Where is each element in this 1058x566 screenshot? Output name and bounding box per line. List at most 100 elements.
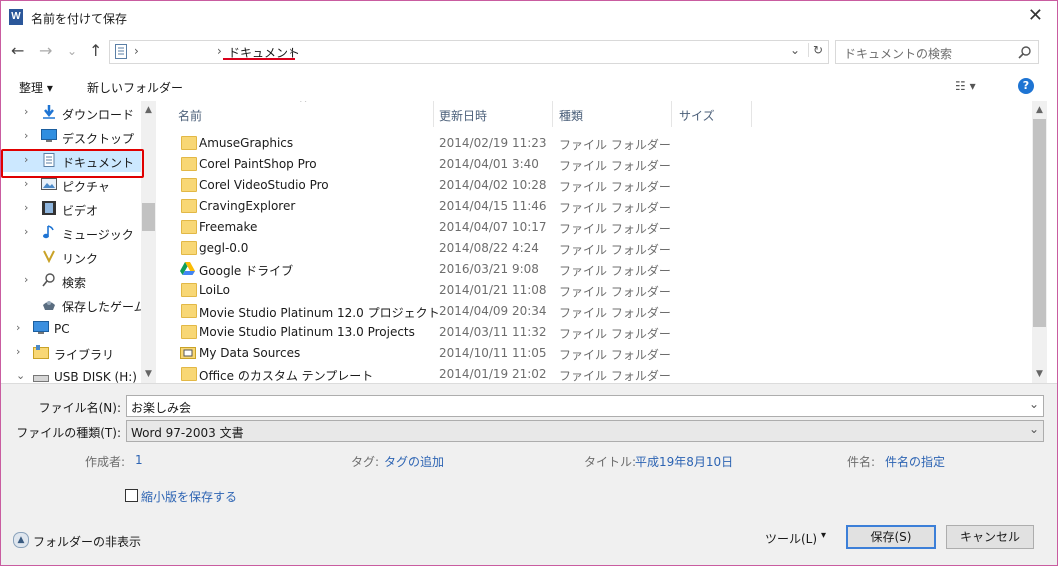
title-field[interactable]: 平成19年8月10日 [635, 453, 733, 470]
file-date: 2014/04/02 10:28 [439, 178, 547, 192]
file-type: ファイル フォルダー [559, 369, 671, 383]
nav-item-library[interactable]: › ライブラリ [1, 342, 141, 364]
subject-field[interactable]: 件名の指定 [885, 453, 945, 470]
refresh-button[interactable]: ↻ [808, 43, 823, 57]
folder-icon [181, 220, 197, 234]
view-options-button[interactable]: ☷ ▾ [955, 79, 976, 93]
file-row[interactable]: LoiLo 2014/01/21 11:08 ファイル フォルダー [171, 280, 871, 301]
nav-scrollbar[interactable]: ▲ ▼ [141, 101, 156, 383]
close-button[interactable]: ✕ [1028, 7, 1043, 25]
column-separator[interactable] [552, 101, 553, 127]
file-row[interactable]: Corel VideoStudio Pro 2014/04/02 10:28 ファイ… [171, 175, 871, 196]
nav-item-label: USB DISK (H:) [54, 370, 137, 383]
folder-icon [181, 157, 197, 171]
filename-input[interactable]: お楽しみ会 ⌄ [126, 395, 1044, 417]
file-date: 2014/01/21 11:08 [439, 283, 547, 297]
nav-item-videos[interactable]: › ビデオ [1, 198, 141, 220]
search-icon[interactable] [1018, 45, 1032, 59]
column-separator[interactable] [433, 101, 434, 127]
chevron-right-icon[interactable]: › [24, 201, 28, 214]
scroll-thumb[interactable] [1033, 119, 1046, 327]
file-row[interactable]: My Data Sources 2014/10/11 11:05 ファイル フォルダ… [171, 343, 871, 364]
filename-value[interactable]: お楽しみ会 [131, 399, 191, 416]
nav-item-links[interactable]: リンク [1, 246, 141, 268]
file-type: ファイル フォルダー [559, 138, 671, 152]
nav-item-pc[interactable]: › PC [1, 318, 141, 340]
chevron-down-icon[interactable]: ⌄ [1029, 397, 1039, 411]
scroll-down-arrow[interactable]: ▼ [1036, 369, 1043, 379]
file-row[interactable]: gegl-0.0 2014/08/22 4:24 ファイル フォルダー [171, 238, 871, 259]
scroll-up-arrow[interactable]: ▲ [1036, 105, 1043, 115]
file-row[interactable]: Movie Studio Platinum 13.0 Projects 2014/… [171, 322, 871, 343]
address-bar[interactable]: › › ドキュメント › ⌄ ↻ [109, 40, 829, 64]
column-separator[interactable] [751, 101, 752, 127]
chevron-up-icon[interactable]: ▲ [13, 532, 29, 548]
chevron-right-icon[interactable]: › [16, 321, 20, 334]
thumbnail-label[interactable]: 縮小版を保存する [141, 488, 237, 505]
new-folder-button[interactable]: 新しいフォルダー [87, 79, 183, 96]
column-header-date[interactable]: 更新日時 [439, 107, 487, 124]
video-icon [42, 201, 56, 215]
organize-button[interactable]: 整理 ▾ [19, 79, 53, 96]
author-label: 作成者: [85, 455, 126, 469]
chevron-right-icon[interactable]: › [24, 129, 28, 142]
address-dropdown-button[interactable]: ⌄ [790, 43, 800, 57]
file-row[interactable]: Movie Studio Platinum 12.0 プロジェクト 2014/04… [171, 301, 871, 322]
search-box[interactable]: ドキュメントの検索 [835, 40, 1039, 64]
file-row[interactable]: Office のカスタム テンプレート 2014/01/19 21:02 ファイル … [171, 364, 871, 383]
link-icon [43, 250, 55, 263]
google-drive-icon [180, 262, 195, 275]
navigation-pane: › ダウンロード › デスクトップ › ドキュメント › ピクチャ › ビデオ … [1, 101, 156, 383]
nav-item-search[interactable]: › 検索 [1, 270, 141, 292]
tags-field[interactable]: タグの追加 [384, 453, 444, 470]
up-button[interactable]: ↑ [89, 41, 102, 61]
file-row[interactable]: Freemake 2014/04/07 10:17 ファイル フォルダー [171, 217, 871, 238]
column-header-type[interactable]: 種類 [559, 107, 583, 124]
chevron-right-icon[interactable]: › [24, 105, 28, 118]
file-row[interactable]: AmuseGraphics 2014/02/19 11:23 ファイル フォルダー [171, 133, 871, 154]
nav-item-saved-games[interactable]: 保存したゲーム [1, 294, 146, 316]
scroll-up-arrow[interactable]: ▲ [145, 105, 152, 115]
scroll-down-arrow[interactable]: ▼ [145, 369, 152, 379]
folder-icon [181, 199, 197, 213]
address-separator[interactable]: › [289, 44, 294, 58]
column-header-size[interactable]: サイズ [679, 107, 715, 124]
forward-button[interactable]: → [39, 41, 52, 61]
nav-item-usb-disk[interactable]: ⌄ USB DISK (H:) [1, 366, 141, 383]
cancel-button[interactable]: キャンセル [946, 525, 1034, 549]
nav-item-label: PC [54, 322, 70, 336]
chevron-right-icon[interactable]: › [24, 273, 28, 286]
save-button[interactable]: 保存(S) [846, 525, 936, 549]
column-header-name[interactable]: 名前 [178, 107, 202, 124]
file-date: 2014/08/22 4:24 [439, 241, 539, 255]
chevron-right-icon[interactable]: › [24, 225, 28, 238]
nav-item-desktop[interactable]: › デスクトップ [1, 126, 141, 148]
chevron-down-icon[interactable]: ⌄ [1029, 422, 1039, 436]
file-list-scrollbar[interactable]: ▲ ▼ [1032, 101, 1047, 383]
nav-item-downloads[interactable]: › ダウンロード [1, 102, 141, 124]
chevron-right-icon[interactable]: › [16, 345, 20, 358]
file-row[interactable]: Corel PaintShop Pro 2014/04/01 3:40 ファイル フ… [171, 154, 871, 175]
recent-locations-button[interactable]: ⌄ [67, 41, 77, 61]
help-icon[interactable]: ? [1018, 78, 1034, 94]
column-separator[interactable] [671, 101, 672, 127]
address-separator[interactable]: › [134, 44, 139, 58]
scroll-thumb[interactable] [142, 203, 155, 231]
folder-icon [181, 241, 197, 255]
filetype-select[interactable]: Word 97-2003 文書 ⌄ [126, 420, 1044, 442]
tools-dropdown-arrow[interactable]: ▾ [821, 530, 826, 541]
tools-menu-button[interactable]: ツール(L) [765, 530, 817, 547]
chevron-right-icon[interactable]: › [24, 177, 28, 190]
thumbnail-checkbox[interactable] [125, 489, 138, 502]
folder-icon [181, 325, 197, 339]
author-field[interactable]: 1 [135, 453, 143, 467]
hide-folders-button[interactable]: フォルダーの非表示 [33, 533, 141, 550]
nav-item-music[interactable]: › ミュージック [1, 222, 141, 244]
subject-label: 件名: [847, 455, 876, 469]
file-row[interactable]: Google ドライブ 2016/03/21 9:08 ファイル フォルダー [171, 259, 871, 280]
address-separator[interactable]: › [217, 44, 222, 58]
filetype-value[interactable]: Word 97-2003 文書 [131, 424, 244, 441]
file-row[interactable]: CravingExplorer 2014/04/15 11:46 ファイル フォルダ… [171, 196, 871, 217]
chevron-down-icon[interactable]: ⌄ [16, 369, 25, 382]
back-button[interactable]: ← [11, 41, 24, 61]
